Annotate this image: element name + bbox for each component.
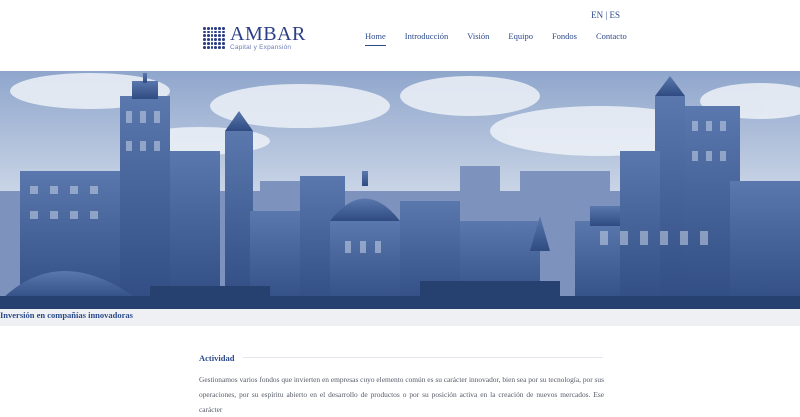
logo-dot [218,45,222,49]
logo-dot [214,30,218,34]
logo-dot [203,30,206,34]
logo-dot [214,34,218,38]
nav-vision[interactable]: Visión [467,31,489,46]
language-switcher: EN | ES [591,10,620,20]
logo-dot [210,34,214,38]
logo-dot [222,38,225,42]
logo-dot [210,45,214,49]
main-nav: Home Introducción Visión Equipo Fondos C… [365,31,646,46]
logo-dot [210,26,214,30]
lang-es-link[interactable]: ES [609,10,620,20]
logo-text: AMBAR Capital y Expansión [230,24,306,52]
section-body-text: Gestionamos varios fondos que invierten … [199,375,604,414]
logo-dot [214,26,218,30]
logo-dot [206,45,210,49]
logo-dot [218,42,222,45]
logo-dot [206,30,210,34]
nav-contacto[interactable]: Contacto [596,31,627,46]
nav-introduccion[interactable]: Introducción [405,31,448,46]
logo-dot [214,45,218,49]
logo-dot [203,42,206,45]
logo-dot [218,30,222,34]
hero-cityscape-image [0,71,800,311]
section-title: Actividad [199,353,235,363]
logo-dot [210,42,214,45]
logo-dot [222,42,225,45]
logo-dot [210,38,214,42]
logo-dot [203,34,206,38]
lang-en-link[interactable]: EN [591,10,603,20]
logo-dot [222,34,225,38]
site-header: EN | ES AMBAR Capital y Expansión Home I… [0,0,800,72]
site-logo[interactable]: AMBAR Capital y Expansión [203,24,306,52]
logo-dot [218,38,222,42]
lang-separator: | [605,10,608,20]
logo-dot [203,45,206,49]
logo-dot [222,30,225,34]
logo-dot [210,30,214,34]
logo-dot [218,34,222,38]
nav-equipo[interactable]: Equipo [508,31,533,46]
logo-dot [206,42,210,45]
logo-title: AMBAR [230,23,306,45]
section-divider [243,357,603,358]
cityscape-illustration [0,71,800,311]
hero-tagline: Inversión en compañías innovadoras [0,310,133,320]
logo-dot [222,45,225,49]
logo-dot [214,38,218,42]
nav-fondos[interactable]: Fondos [552,31,577,46]
nav-home[interactable]: Home [365,31,386,46]
logo-dot [206,38,210,42]
logo-dot [206,26,210,30]
logo-dot [222,26,225,30]
logo-dot [206,34,210,38]
logo-subtitle: Capital y Expansión [230,44,292,51]
logo-dot [218,26,222,30]
logo-grid-icon [203,26,225,49]
logo-dot [214,42,218,45]
logo-dot [203,26,206,30]
logo-dot [203,38,206,42]
